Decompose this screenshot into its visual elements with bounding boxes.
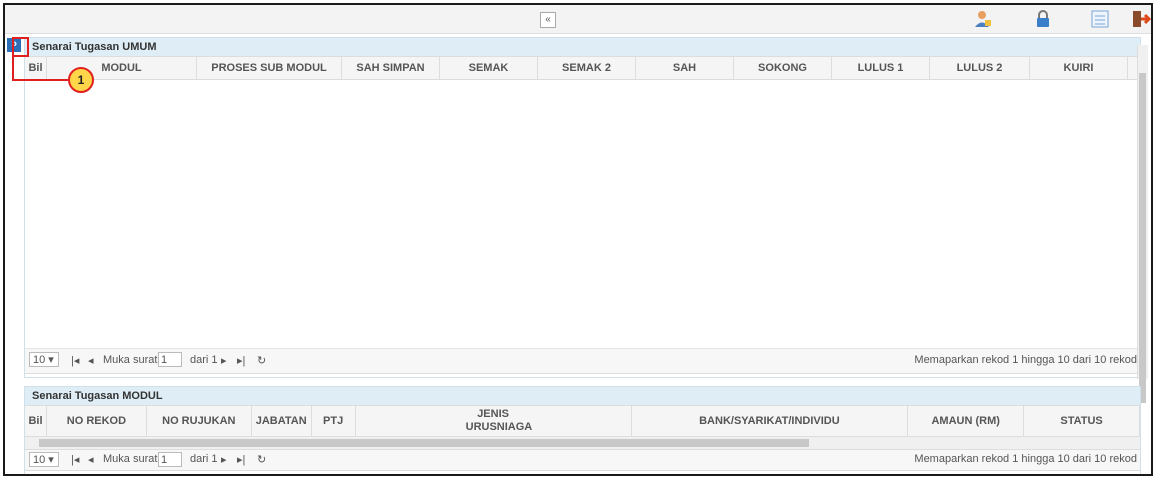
- page-total-label: dari 1: [190, 354, 218, 366]
- col-kuiri[interactable]: KUIRI: [1030, 57, 1128, 79]
- col-ptj[interactable]: PTJ: [312, 406, 356, 436]
- grid-header: Bil MODUL PROSES SUB MODUL SAH SIMPAN SE…: [25, 56, 1140, 80]
- record-summary: Memaparkan rekod 1 hingga 10 dari 10 rek…: [914, 354, 1137, 366]
- app-frame: « Senarai Tugasan UMUM Bil MODUL PROSES …: [3, 3, 1153, 476]
- last-page-icon[interactable]: ▸|: [237, 453, 245, 466]
- page-total-label: dari 1: [190, 453, 218, 465]
- prev-page-icon[interactable]: ◂: [88, 354, 94, 367]
- grid-body: [25, 80, 1140, 349]
- page-number-input[interactable]: 1: [158, 452, 182, 467]
- page-size-select[interactable]: 10 ▾: [29, 352, 59, 367]
- last-page-icon[interactable]: ▸|: [237, 354, 245, 367]
- col-bil[interactable]: Bil: [25, 57, 47, 79]
- panel-tugasan-umum: Senarai Tugasan UMUM Bil MODUL PROSES SU…: [24, 37, 1141, 378]
- list-icon[interactable]: [1090, 10, 1110, 28]
- first-page-icon[interactable]: |◂: [71, 354, 79, 367]
- logout-icon[interactable]: [1131, 10, 1151, 28]
- annotation-callout: 1: [68, 67, 94, 93]
- col-amaun[interactable]: AMAUN (RM): [908, 406, 1025, 436]
- panel-title: Senarai Tugasan UMUM: [25, 38, 1140, 56]
- refresh-icon[interactable]: ↻: [257, 354, 266, 367]
- scroll-thumb[interactable]: [39, 439, 809, 447]
- grid-header: Bil NO REKOD NO RUJUKAN JABATAN PTJ JENI…: [25, 405, 1140, 437]
- scroll-thumb[interactable]: [1139, 73, 1146, 403]
- col-no-rekod[interactable]: NO REKOD: [47, 406, 147, 436]
- page-size-select[interactable]: 10 ▾: [29, 452, 59, 467]
- col-proses-sub-modul[interactable]: PROSES SUB MODUL: [197, 57, 342, 79]
- next-page-icon[interactable]: ▸: [221, 354, 227, 367]
- col-no-rujukan[interactable]: NO RUJUKAN: [147, 406, 252, 436]
- user-icon[interactable]: [973, 10, 993, 28]
- prev-page-icon[interactable]: ◂: [88, 453, 94, 466]
- col-bank-syarikat-individu[interactable]: BANK/SYARIKAT/INDIVIDU: [632, 406, 909, 436]
- record-summary: Memaparkan rekod 1 hingga 10 dari 10 rek…: [914, 453, 1137, 465]
- page-number-input[interactable]: 1: [158, 352, 182, 367]
- lock-icon[interactable]: [1033, 10, 1053, 28]
- col-status[interactable]: STATUS: [1024, 406, 1140, 436]
- col-sah-simpan[interactable]: SAH SIMPAN: [342, 57, 440, 79]
- top-toolbar: «: [5, 5, 1151, 34]
- annotation-connector: [12, 53, 14, 81]
- col-semak-2[interactable]: SEMAK 2: [538, 57, 636, 79]
- col-semak[interactable]: SEMAK: [440, 57, 538, 79]
- first-page-icon[interactable]: |◂: [71, 453, 79, 466]
- col-sah[interactable]: SAH: [636, 57, 734, 79]
- pager: 10 ▾ |◂ ◂ Muka surat 1 dari 1 ▸ ▸| ↻ Mem…: [25, 450, 1140, 471]
- col-sokong[interactable]: SOKONG: [734, 57, 832, 79]
- pager: 10 ▾ |◂ ◂ Muka surat 1 dari 1 ▸ ▸| ↻ Mem…: [25, 349, 1140, 374]
- panel-tugasan-modul: Senarai Tugasan MODUL Bil NO REKOD NO RU…: [24, 386, 1141, 474]
- refresh-icon[interactable]: ↻: [257, 453, 266, 466]
- page-label: Muka surat: [103, 453, 158, 465]
- next-page-icon[interactable]: ▸: [221, 453, 227, 466]
- page-label: Muka surat: [103, 354, 158, 366]
- col-jenis-urusniaga[interactable]: JENIS URUSNIAGA: [356, 406, 632, 436]
- panel-title: Senarai Tugasan MODUL: [25, 387, 1140, 405]
- col-jabatan[interactable]: JABATAN: [252, 406, 312, 436]
- annotation-highlight-box: [12, 37, 29, 57]
- col-bil[interactable]: Bil: [25, 406, 47, 436]
- collapse-header-button[interactable]: «: [540, 12, 556, 28]
- col-lulus-1[interactable]: LULUS 1: [832, 57, 930, 79]
- col-lulus-2[interactable]: LULUS 2: [930, 57, 1030, 79]
- horizontal-scrollbar[interactable]: [25, 437, 1140, 450]
- annotation-connector: [12, 79, 68, 81]
- vertical-scrollbar[interactable]: [1137, 45, 1148, 403]
